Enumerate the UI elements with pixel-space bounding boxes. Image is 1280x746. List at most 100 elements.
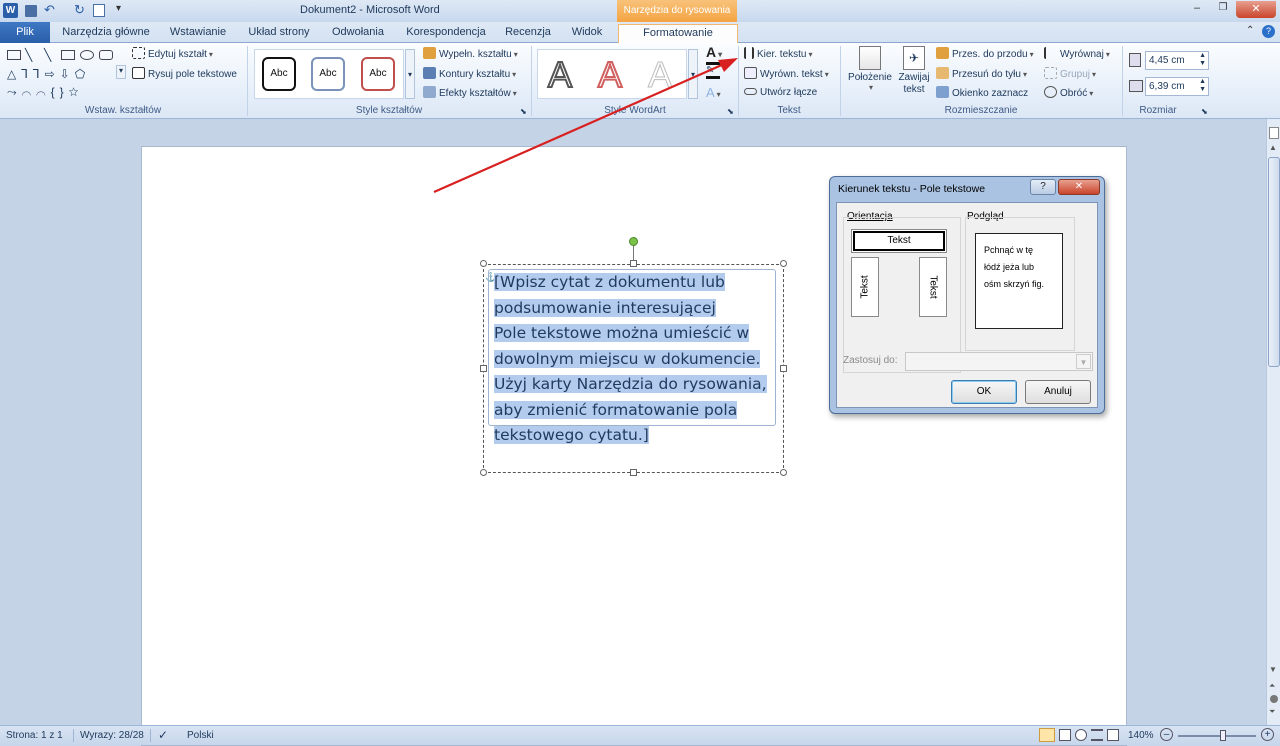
zoom-in-button[interactable]: +	[1261, 728, 1274, 741]
orientation-horizontal-option[interactable]: Tekst	[852, 230, 946, 252]
resize-handle-nw[interactable]	[480, 260, 487, 267]
undo-icon[interactable]: ↶	[44, 2, 55, 18]
tab-layout[interactable]: Układ strony	[240, 24, 318, 43]
orientation-vertical-down-option[interactable]: Tekst	[919, 257, 947, 317]
proofing-icon[interactable]: ✓	[158, 728, 168, 742]
selection-pane-button[interactable]: Okienko zaznacz	[936, 86, 1028, 101]
position-button[interactable]: Położenie ▾	[846, 46, 894, 102]
dialog-help-button[interactable]: ?	[1030, 179, 1056, 195]
vertical-scrollbar[interactable]: ▲ ▼ ⏶ ⏷	[1266, 119, 1280, 725]
width-input[interactable]: 6,39 cm ▲ ▼	[1145, 77, 1209, 96]
resize-handle-n[interactable]	[630, 260, 637, 267]
tab-references[interactable]: Odwołania	[324, 24, 392, 43]
shapes-gallery[interactable]: ╲ ╲ △⅂⅂⇨⇩⬠ ⤳⌒⌒{}☆	[5, 47, 117, 103]
shape-style-more[interactable]: ▾	[405, 49, 415, 99]
edit-shape-icon	[132, 47, 145, 59]
zoom-level[interactable]: 140%	[1128, 730, 1154, 741]
resize-handle-se[interactable]	[780, 469, 787, 476]
scroll-up-arrow[interactable]: ▲	[1269, 143, 1277, 152]
language[interactable]: Polski	[187, 730, 214, 741]
resize-handle-sw[interactable]	[480, 469, 487, 476]
dialog-close-button[interactable]: ✕	[1058, 179, 1100, 195]
rotation-handle[interactable]	[629, 237, 638, 246]
draw-textbox-button[interactable]: Rysuj pole tekstowe	[132, 67, 237, 82]
word-app-icon[interactable]: W	[3, 3, 18, 18]
send-backward-button[interactable]: Przesuń do tyłu ▾	[936, 67, 1027, 82]
shape-effects-button[interactable]: Efekty kształtów ▾	[423, 86, 517, 101]
wordart-style-light[interactable]: A	[647, 54, 672, 96]
view-web-icon[interactable]	[1075, 729, 1087, 741]
shape-outline-button[interactable]: Kontury kształtu ▾	[423, 67, 516, 82]
redo-icon[interactable]: ↻	[74, 2, 85, 18]
tab-insert[interactable]: Wstawianie	[162, 24, 234, 43]
height-input[interactable]: 4,45 cm ▲ ▼	[1145, 51, 1209, 70]
tab-home[interactable]: Narzędzia główne	[56, 24, 156, 43]
page-count[interactable]: Strona: 1 z 1	[6, 730, 63, 741]
ruler-toggle-icon[interactable]	[1269, 127, 1279, 139]
maximize-button[interactable]: ❐	[1210, 2, 1236, 18]
rotate-button[interactable]: Obróć ▾	[1044, 86, 1093, 101]
view-print-layout-icon[interactable]	[1039, 728, 1055, 742]
resize-handle-s[interactable]	[630, 469, 637, 476]
tab-format[interactable]: Formatowanie	[618, 24, 738, 44]
save-icon[interactable]	[25, 5, 37, 17]
minimize-button[interactable]: –	[1184, 2, 1210, 18]
scroll-thumb[interactable]	[1268, 157, 1280, 367]
tab-mailings[interactable]: Korespondencja	[398, 24, 494, 43]
shapes-gallery-more[interactable]: ▾	[116, 65, 126, 79]
text-fill-icon[interactable]: A ▾	[706, 45, 723, 65]
shape-style-black[interactable]: Abc	[262, 57, 296, 91]
resize-handle-ne[interactable]	[780, 260, 787, 267]
zoom-slider[interactable]	[1178, 730, 1256, 741]
scroll-down-arrow[interactable]: ▼	[1269, 665, 1277, 674]
zoom-out-button[interactable]: –	[1160, 728, 1173, 741]
shape-style-red[interactable]: Abc	[361, 57, 395, 91]
orientation-vertical-up-option[interactable]: Tekst	[851, 257, 879, 317]
close-window-button[interactable]: ✕	[1236, 1, 1276, 18]
apply-to-dropdown-icon[interactable]: ▼	[1076, 354, 1091, 369]
print-preview-icon[interactable]	[93, 4, 105, 17]
browse-object-icon[interactable]	[1270, 695, 1278, 703]
group-button[interactable]: Grupuj ▾	[1044, 67, 1096, 82]
tab-view[interactable]: Widok	[562, 24, 612, 43]
selection-pane-icon	[936, 86, 949, 98]
wrap-text-button[interactable]: ✈ Zawijaj tekst	[894, 46, 934, 102]
view-outline-icon[interactable]	[1091, 729, 1103, 741]
wordart-style-red[interactable]: A	[597, 53, 623, 96]
text-direction-button[interactable]: Kier. tekstu ▾	[744, 47, 812, 62]
next-page-icon[interactable]: ⏷	[1269, 707, 1275, 717]
apply-to-select[interactable]: ▼	[905, 352, 1093, 371]
cancel-button[interactable]: Anuluj	[1025, 380, 1091, 404]
width-spinner[interactable]: ▲ ▼	[1199, 78, 1206, 94]
wordart-launcher-icon[interactable]: ⬊	[727, 107, 734, 116]
zoom-slider-thumb[interactable]	[1220, 730, 1226, 741]
align-button[interactable]: Wyrównaj ▾	[1044, 47, 1110, 62]
tab-review[interactable]: Recenzja	[500, 24, 556, 43]
help-icon[interactable]: ?	[1262, 25, 1275, 38]
shape-style-blue[interactable]: Abc	[311, 57, 345, 91]
shape-fill-button[interactable]: Wypełn. kształtu ▾	[423, 47, 518, 62]
view-draft-icon[interactable]	[1107, 729, 1119, 741]
window-title: Dokument2 - Microsoft Word	[300, 4, 440, 16]
height-spinner[interactable]: ▲ ▼	[1199, 52, 1206, 68]
quick-access-menu-icon[interactable]: ▾	[116, 3, 121, 14]
ribbon-minimize-icon[interactable]: ⌃	[1246, 25, 1254, 36]
view-fullscreen-icon[interactable]	[1059, 729, 1071, 741]
text-effects-icon[interactable]: A ▾	[706, 85, 721, 100]
size-launcher-icon[interactable]: ⬊	[1201, 107, 1208, 116]
shape-styles-launcher-icon[interactable]: ⬊	[520, 107, 527, 116]
word-count[interactable]: Wyrazy: 28/28	[80, 730, 144, 741]
edit-shape-button[interactable]: Edytuj kształt ▾	[132, 47, 213, 62]
quote-textbox[interactable]: [Wpisz cytat z dokumentu lub podsumowani…	[494, 270, 779, 449]
wordart-more[interactable]: ▾	[688, 49, 698, 99]
align-text-button[interactable]: Wyrówn. tekst ▾	[744, 67, 829, 82]
tab-file[interactable]: Plik	[0, 22, 50, 43]
prev-page-icon[interactable]: ⏶	[1269, 681, 1275, 691]
text-outline-icon[interactable]: ✎	[706, 65, 720, 79]
create-link-button[interactable]: Utwórz łącze	[744, 86, 817, 100]
bring-forward-button[interactable]: Przes. do przodu ▾	[936, 47, 1034, 62]
wordart-style-gray[interactable]: A	[547, 53, 573, 96]
resize-handle-w[interactable]	[480, 365, 487, 372]
ok-button[interactable]: OK	[951, 380, 1017, 404]
resize-handle-e[interactable]	[780, 365, 787, 372]
